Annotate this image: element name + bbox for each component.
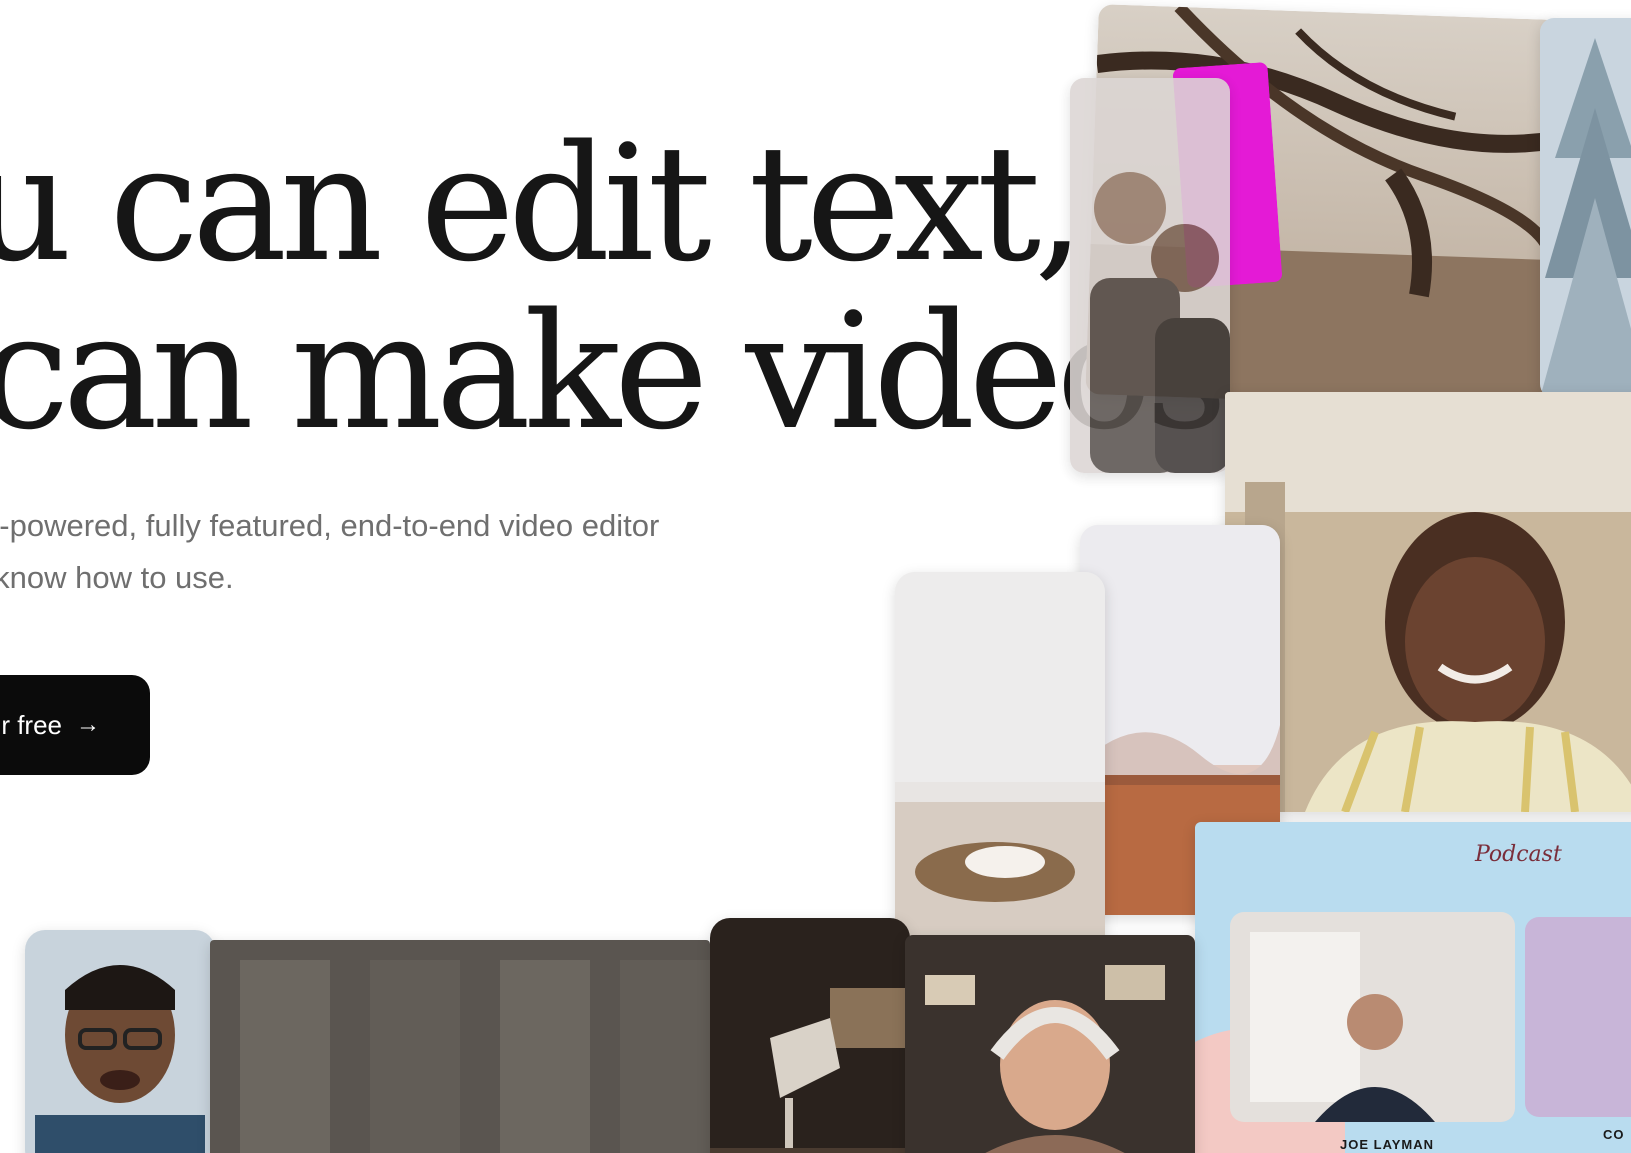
frosted-food-card	[895, 572, 1105, 977]
podcast-corner-caption: CO	[1603, 1127, 1625, 1142]
subhead-line-2: y know how to use.	[0, 560, 234, 595]
podcast-logo: Podcast	[1475, 842, 1562, 867]
man-with-glasses-thumbnail	[25, 930, 215, 1153]
subhead-line-1: AI-powered, fully featured, end-to-end v…	[0, 508, 660, 543]
try-for-free-button[interactable]: r free →	[0, 675, 150, 775]
dim-room-thumbnail	[210, 940, 710, 1153]
friends-portrait-thumbnail	[1070, 78, 1230, 473]
woman-with-headphones-thumbnail	[905, 935, 1195, 1153]
smiling-woman-video-thumbnail	[1225, 392, 1631, 812]
podcast-guest-caption: JOE LAYMAN	[1340, 1137, 1435, 1152]
snowy-forest-thumbnail	[1540, 18, 1631, 398]
cta-label: r free	[1, 709, 62, 740]
podcast-episode-thumbnail: Podcast JOE LAYMAN CO	[1195, 822, 1631, 1153]
landing-page: ou can edit text, u can make videos. AI-…	[0, 0, 1631, 1153]
desk-lamp-thumbnail	[710, 918, 910, 1153]
arrow-right-icon: →	[76, 711, 100, 738]
hero-subheading: AI-powered, fully featured, end-to-end v…	[0, 500, 659, 604]
